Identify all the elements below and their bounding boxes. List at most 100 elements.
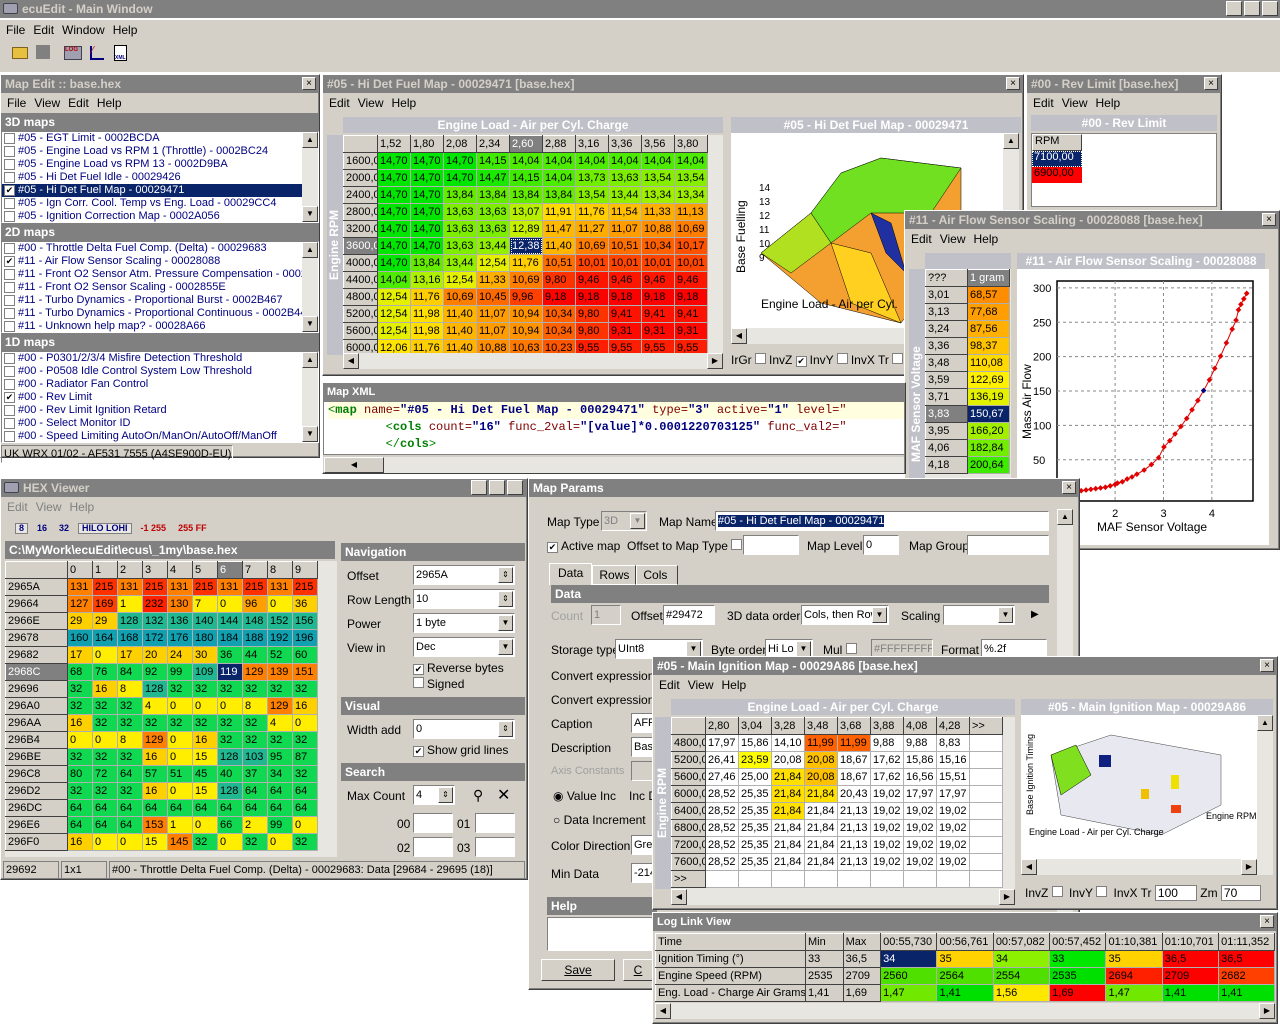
fuel-cell[interactable]: 11,40: [443, 322, 477, 340]
ign-cell[interactable]: 16,56: [903, 768, 937, 786]
hex-cell[interactable]: 128: [217, 748, 243, 766]
col-header[interactable]: 2,08: [443, 135, 477, 153]
maf-cell[interactable]: 150,67: [967, 405, 1010, 423]
map-group-input[interactable]: [967, 535, 1049, 555]
hex-cell[interactable]: 64: [117, 765, 143, 783]
hex-cell[interactable]: 2: [242, 816, 268, 834]
row-header[interactable]: 296A0: [5, 697, 68, 715]
map-checkbox[interactable]: [4, 146, 15, 157]
hex-cell[interactable]: 32: [292, 765, 318, 783]
menu-edit[interactable]: Edit: [33, 23, 54, 37]
menu-help[interactable]: Help: [721, 678, 746, 692]
ign-cell[interactable]: 19,02: [903, 819, 937, 837]
row-header[interactable]: 29664: [5, 595, 68, 613]
fuel-cell[interactable]: 13,07: [509, 203, 543, 221]
width-add-input[interactable]: 0 ⇕: [413, 719, 515, 739]
fuel-cell[interactable]: 9,80: [575, 322, 609, 340]
hex-cell[interactable]: 24: [167, 646, 193, 664]
fuel-cell[interactable]: 14,04: [509, 152, 543, 170]
row-header[interactable]: 3,01: [925, 286, 968, 304]
ign-cell[interactable]: 21,84: [804, 836, 838, 854]
map-list-item[interactable]: ✔ #00 - Rev Limit: [2, 391, 318, 404]
hex-cell[interactable]: 32: [217, 714, 243, 732]
log-label-cell[interactable]: 2535: [805, 967, 844, 985]
fuel-cell[interactable]: 13,84: [476, 186, 510, 204]
hex-cell[interactable]: 119: [217, 663, 243, 681]
row-header[interactable]: 4800,00: [343, 288, 378, 306]
reverse-bytes-checkbox[interactable]: ✔ Reverse bytes: [413, 661, 504, 675]
map-list-item[interactable]: #11 - Unknown help map? - 00028A66: [2, 320, 318, 332]
ign-cell[interactable]: [771, 870, 805, 888]
fuel-cell[interactable]: 14,70: [377, 169, 411, 187]
hex-cell[interactable]: 128: [217, 782, 243, 800]
hex-cell[interactable]: 0: [92, 646, 118, 664]
hex-cell[interactable]: 36: [292, 595, 318, 613]
fuel-cell[interactable]: 14,70: [410, 152, 444, 170]
hex-cell[interactable]: 72: [92, 765, 118, 783]
hex-cell[interactable]: 64: [242, 799, 268, 817]
hex-cell[interactable]: 144: [217, 612, 243, 630]
fuel-cell[interactable]: 13,54: [641, 169, 675, 187]
hex-cell[interactable]: 29: [92, 612, 118, 630]
fuel-cell[interactable]: 14,70: [443, 169, 477, 187]
fuel-cell[interactable]: 14,70: [377, 254, 411, 272]
ign-cell[interactable]: 25,35: [738, 802, 772, 820]
show-grid-checkbox[interactable]: ✔ Show grid lines: [413, 743, 508, 757]
hex-cell[interactable]: 32: [242, 680, 268, 698]
row-header[interactable]: 6000,00: [343, 339, 378, 353]
fuel-cell[interactable]: 13,63: [443, 220, 477, 238]
ign-cell[interactable]: [969, 853, 1003, 871]
ign-graph-hscroll[interactable]: ◀ ▶: [1021, 859, 1257, 875]
ign-cell[interactable]: [837, 870, 871, 888]
map-checkbox[interactable]: [4, 405, 15, 416]
hex-cell[interactable]: 1: [167, 816, 193, 834]
hex-cell[interactable]: 196: [292, 629, 318, 647]
fuel-cell[interactable]: 13,16: [410, 271, 444, 289]
hex-cell[interactable]: 0: [267, 833, 293, 851]
fuel-cell[interactable]: 10,63: [509, 339, 543, 353]
log-col-header[interactable]: Min: [805, 933, 844, 951]
log-value-cell[interactable]: 1,47: [1105, 984, 1163, 1002]
fuel-cell[interactable]: 14,15: [509, 169, 543, 187]
log-col-header[interactable]: Max: [842, 933, 882, 951]
tab-rows[interactable]: Rows: [592, 565, 637, 585]
log-label-cell[interactable]: 1,41: [805, 984, 844, 1002]
ign-cell[interactable]: 20,08: [804, 751, 838, 769]
hex-cell[interactable]: 64: [292, 799, 318, 817]
fuel-cell[interactable]: 13,63: [476, 220, 510, 238]
map-checkbox[interactable]: ✔: [4, 185, 15, 196]
fuel-cell[interactable]: 9,18: [641, 288, 675, 306]
row-header[interactable]: 3,13: [925, 303, 968, 321]
fuel-cell[interactable]: 12,54: [377, 322, 411, 340]
col-header[interactable]: 4,08: [903, 717, 937, 735]
ign-cell[interactable]: [870, 870, 904, 888]
row-header[interactable]: 6400,00: [671, 802, 706, 820]
log-value-cell[interactable]: 1,41: [1161, 984, 1220, 1002]
ign-cell[interactable]: 19,02: [936, 853, 970, 871]
menu-edit[interactable]: Edit: [7, 500, 28, 514]
fuel-cell[interactable]: 11,40: [542, 237, 576, 255]
ign-cell[interactable]: 28,52: [705, 853, 739, 871]
map-checkbox[interactable]: [4, 295, 15, 306]
log-value-cell[interactable]: 35: [936, 950, 994, 968]
ign-cell[interactable]: 21,13: [837, 836, 871, 854]
hex-cell[interactable]: 15: [142, 833, 168, 851]
zm-spinner[interactable]: 70: [1220, 885, 1261, 901]
ign-cell[interactable]: 11,99: [804, 734, 838, 752]
ign-cell[interactable]: 21,84: [771, 853, 805, 871]
hex-tool-button[interactable]: 16: [34, 523, 50, 533]
hex-cell[interactable]: 84: [117, 663, 143, 681]
ign-graph-vscroll[interactable]: ▲: [1257, 715, 1273, 875]
hex-cell[interactable]: 16: [67, 833, 93, 851]
hex-cell[interactable]: 32: [67, 680, 93, 698]
fuel-cell[interactable]: 12,54: [476, 254, 510, 272]
hex-cell[interactable]: 15: [192, 748, 218, 766]
map-checkbox[interactable]: [4, 133, 15, 144]
hex-cell[interactable]: 0: [192, 816, 218, 834]
ign-cell[interactable]: 25,00: [738, 768, 772, 786]
menu-window[interactable]: Window: [62, 23, 105, 37]
log-col-header[interactable]: 00:57,082: [992, 933, 1051, 951]
menu-edit[interactable]: Edit: [911, 232, 932, 246]
map-checkbox[interactable]: [4, 243, 15, 254]
menu-help[interactable]: Help: [69, 500, 94, 514]
